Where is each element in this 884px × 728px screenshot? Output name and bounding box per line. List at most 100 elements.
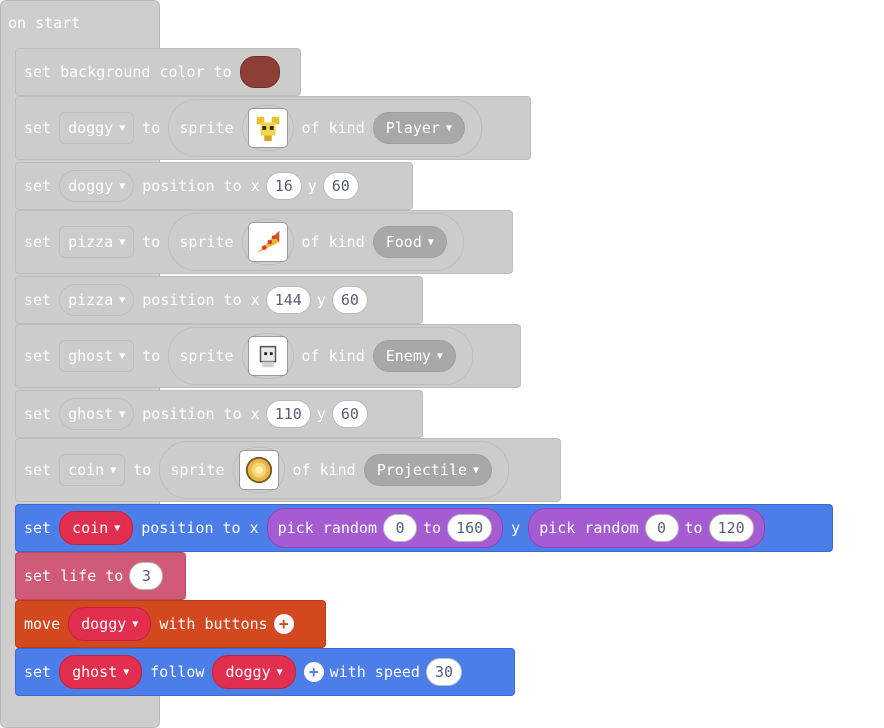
set-label: set [24, 663, 52, 681]
sprite-image-slot[interactable] [241, 105, 294, 151]
target-name: doggy [225, 663, 271, 681]
set-label: set [24, 519, 52, 537]
y-input[interactable]: 60 [322, 172, 359, 200]
set-background-color-block[interactable]: set background color to [15, 48, 301, 96]
set-label: set [24, 119, 52, 137]
x-input[interactable]: 144 [265, 286, 311, 314]
coin-sprite-icon [238, 450, 279, 490]
of-kind-label: of kind [301, 119, 365, 137]
sprite-image-slot[interactable] [241, 219, 294, 265]
variable-dropdown[interactable]: doggy ▼ [59, 170, 135, 202]
set-label: set [24, 291, 52, 309]
variable-name: doggy [81, 615, 127, 633]
sprite-image-slot[interactable] [232, 447, 285, 493]
variable-dropdown[interactable]: ghost ▼ [59, 655, 143, 689]
sprite-reporter[interactable]: sprite of kind Enemy ▼ [168, 327, 473, 385]
move-label: move [24, 615, 61, 633]
variable-dropdown[interactable]: coin ▼ [59, 454, 126, 486]
variable-name: pizza [68, 291, 114, 309]
set-life-block[interactable]: set life to 3 [15, 552, 186, 600]
y-label: y [511, 519, 521, 537]
speed-input[interactable]: 30 [425, 658, 463, 686]
set-label: set [24, 405, 52, 423]
set-pizza-sprite-block[interactable]: set pizza ▼ to sprite of kind Food ▼ [15, 210, 513, 274]
doggy-sprite-icon [247, 108, 288, 148]
to-label: to [684, 519, 703, 537]
sprite-reporter[interactable]: sprite of kind Projectile ▼ [159, 441, 510, 499]
random-max-input[interactable]: 160 [447, 514, 493, 542]
follow-label: follow [150, 663, 205, 681]
random-max-input[interactable]: 120 [708, 514, 754, 542]
to-label: to [423, 519, 442, 537]
ghost-sprite-icon [247, 336, 288, 376]
set-life-label: set life to [24, 567, 124, 585]
kind-dropdown[interactable]: Player ▼ [372, 112, 465, 144]
kind-value: Projectile [376, 461, 468, 479]
with-speed-label: with speed [329, 663, 420, 681]
random-min-input[interactable]: 0 [644, 514, 679, 542]
variable-dropdown[interactable]: ghost ▼ [59, 398, 135, 430]
pick-random-label: pick random [277, 519, 377, 537]
plus-circle-icon[interactable]: + [303, 662, 324, 682]
variable-dropdown[interactable]: ghost ▼ [59, 340, 135, 372]
chevron-down-icon: ▼ [119, 294, 126, 306]
on-start-label: on start [8, 14, 81, 32]
chevron-down-icon: ▼ [436, 350, 443, 362]
x-input[interactable]: 16 [265, 172, 302, 200]
sprite-image-slot[interactable] [241, 333, 294, 379]
color-swatch[interactable] [239, 56, 280, 88]
y-label: y [307, 177, 317, 195]
pick-random-y-block[interactable]: pick random 0 to 120 [528, 508, 765, 548]
variable-name: ghost [68, 405, 114, 423]
set-ghost-sprite-block[interactable]: set ghost ▼ to sprite of kind Enemy ▼ [15, 324, 521, 388]
move-with-buttons-block[interactable]: move doggy ▼ with buttons + [15, 600, 326, 648]
variable-name: coin [68, 461, 105, 479]
chevron-down-icon: ▼ [445, 122, 452, 134]
set-ghost-position-block[interactable]: set ghost ▼ position to x 110 y 60 [15, 390, 423, 438]
variable-dropdown[interactable]: doggy ▼ [59, 112, 135, 144]
sprite-label: sprite [179, 233, 234, 251]
sprite-reporter[interactable]: sprite of kind Player ▼ [168, 99, 482, 157]
kind-value: Player [385, 119, 440, 137]
sprite-label: sprite [179, 119, 234, 137]
y-input[interactable]: 60 [331, 286, 368, 314]
chevron-down-icon: ▼ [473, 464, 480, 476]
variable-dropdown[interactable]: coin ▼ [59, 511, 134, 545]
kind-value: Food [385, 233, 422, 251]
random-min-input[interactable]: 0 [383, 514, 417, 542]
with-buttons-label: with buttons [159, 615, 268, 633]
variable-dropdown[interactable]: doggy ▼ [68, 607, 152, 641]
life-value-input[interactable]: 3 [129, 562, 164, 590]
kind-dropdown[interactable]: Enemy ▼ [372, 340, 456, 372]
chevron-down-icon: ▼ [119, 408, 126, 420]
kind-dropdown[interactable]: Food ▼ [372, 226, 447, 258]
set-coin-position-block[interactable]: set coin ▼ position to x pick random 0 to… [15, 504, 833, 552]
plus-circle-icon[interactable]: + [273, 614, 294, 634]
set-pizza-position-block[interactable]: set pizza ▼ position to x 144 y 60 [15, 276, 423, 324]
position-label: position to x [141, 519, 259, 537]
chevron-down-icon: ▼ [119, 180, 126, 192]
variable-name: ghost [68, 347, 114, 365]
position-label: position to x [142, 177, 260, 195]
of-kind-label: of kind [301, 347, 365, 365]
set-follow-block[interactable]: set ghost ▼ follow doggy ▼ + with speed 30 [15, 648, 515, 696]
pizza-sprite-icon [247, 222, 288, 262]
set-coin-sprite-block[interactable]: set coin ▼ to sprite of kind Projectile ▼ [15, 438, 561, 502]
chevron-down-icon: ▼ [123, 666, 130, 678]
chevron-down-icon: ▼ [114, 522, 121, 534]
target-dropdown[interactable]: doggy ▼ [212, 655, 296, 689]
x-input[interactable]: 110 [265, 400, 311, 428]
set-doggy-sprite-block[interactable]: set doggy ▼ to sprite of kind Player ▼ [15, 96, 531, 160]
variable-dropdown[interactable]: pizza ▼ [59, 284, 135, 316]
sprite-reporter[interactable]: sprite of kind Food ▼ [168, 213, 464, 271]
pick-random-x-block[interactable]: pick random 0 to 160 [266, 508, 504, 548]
y-input[interactable]: 60 [331, 400, 368, 428]
sprite-label: sprite [170, 461, 225, 479]
position-label: position to x [142, 405, 260, 423]
set-doggy-position-block[interactable]: set doggy ▼ position to x 16 y 60 [15, 162, 413, 210]
sprite-label: sprite [179, 347, 234, 365]
block-label: set background color to [24, 63, 232, 81]
variable-dropdown[interactable]: pizza ▼ [59, 226, 135, 258]
of-kind-label: of kind [301, 233, 365, 251]
kind-dropdown[interactable]: Projectile ▼ [363, 454, 493, 486]
